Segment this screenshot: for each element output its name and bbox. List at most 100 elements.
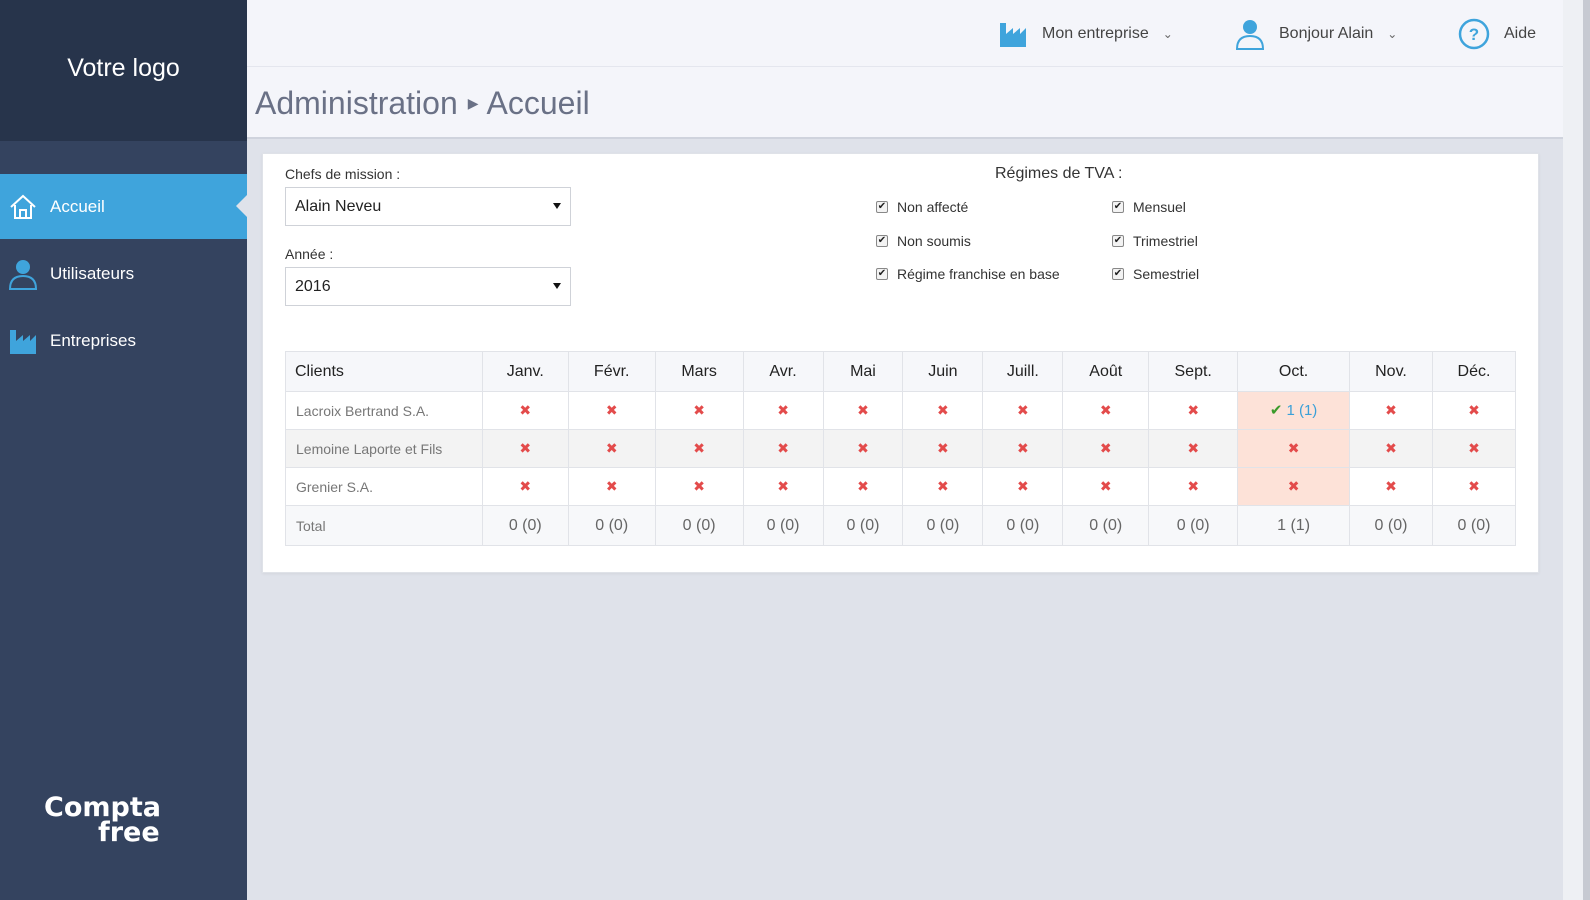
column-header-month: Sept. [1148,351,1239,392]
checkbox-icon[interactable]: ✔ [1112,201,1124,213]
checkbox-semestriel[interactable]: ✔ Semestriel [1112,266,1199,282]
sidebar-item-utilisateurs[interactable]: Utilisateurs [0,241,247,306]
cross-icon: ✖ [1016,401,1029,418]
cross-icon: ✖ [777,439,789,456]
user-menu-label: Bonjour Alain [1279,25,1374,42]
status-cell-missing[interactable]: ✖ [1148,429,1239,468]
checkbox-icon[interactable]: ✔ [876,201,888,213]
status-cell-done[interactable]: ✔ 1 (1) [1237,391,1351,430]
status-cell-missing[interactable]: ✖ [1237,429,1351,468]
status-cell-missing[interactable]: ✖ [1062,391,1150,430]
checkbox-non-soumis[interactable]: ✔ Non soumis [876,233,971,249]
total-cell: 0 (0) [654,505,744,546]
status-cell-missing[interactable]: ✖ [654,391,744,430]
check-icon: ✔ [1269,402,1283,419]
checkbox-icon[interactable]: ✔ [1112,235,1124,247]
help-link[interactable]: ? Aide [1458,16,1536,52]
table-total-row: Total 0 (0) 0 (0) 0 (0) 0 (0) 0 (0) 0 (0) 0 (0)… [285,505,1517,546]
table-row: Lacroix Bertrand S.A. ✖ ✖ ✖ ✖ ✖ ✖ ✖ ✖ ✖ ✔ 1 (1) ✖ ✖ [285,391,1517,430]
status-cell-missing[interactable]: ✖ [1431,467,1517,506]
user-menu[interactable]: Bonjour Alain ⌄ [1235,16,1397,52]
total-label: Total [285,505,483,546]
checkbox-icon[interactable]: ✔ [1112,268,1124,280]
cross-icon: ✖ [1287,439,1300,456]
cross-icon: ✖ [1468,439,1480,456]
status-cell-missing[interactable]: ✖ [567,467,656,506]
checkbox-franchise-base[interactable]: ✔ Régime franchise en base [876,266,1060,282]
total-cell: 0 (0) [1148,505,1239,546]
cross-icon: ✖ [605,401,618,418]
column-header-month: Janv. [481,351,569,392]
total-cell: 0 (0) [567,505,656,546]
status-cell-missing[interactable]: ✖ [481,429,569,468]
status-cell-missing[interactable]: ✖ [1237,467,1351,506]
compta-free-logo: Compta free [44,794,161,846]
cross-icon: ✖ [1016,439,1029,456]
status-cell-missing[interactable]: ✖ [654,429,744,468]
status-cell-missing[interactable]: ✖ [1349,429,1433,468]
page-header: Administration ▶ Accueil [247,67,1563,139]
client-name-cell[interactable]: Lacroix Bertrand S.A. [285,391,483,430]
declarations-table: Clients Janv. Févr. Mars Avr. Mai Juin J… [285,351,1517,546]
column-header-month: Août [1062,351,1150,392]
status-cell-missing[interactable]: ✖ [742,467,824,506]
factory-icon [8,326,38,356]
status-cell-missing[interactable]: ✖ [567,429,656,468]
cross-icon: ✖ [519,401,532,418]
checkbox-mensuel[interactable]: ✔ Mensuel [1112,199,1186,215]
status-cell-missing[interactable]: ✖ [1062,467,1150,506]
column-header-clients[interactable]: Clients [285,351,483,392]
total-cell: 0 (0) [1349,505,1433,546]
breadcrumb-section[interactable]: Administration [255,85,458,122]
status-cell-missing[interactable]: ✖ [982,467,1064,506]
status-cell-missing[interactable]: ✖ [481,391,569,430]
cross-icon: ✖ [937,439,949,456]
chefs-select[interactable]: Alain Neveu [285,187,571,226]
status-cell-missing[interactable]: ✖ [481,467,569,506]
user-icon [8,259,38,290]
cross-icon: ✖ [519,477,532,494]
status-cell-missing[interactable]: ✖ [1431,429,1517,468]
scrollbar-thumb[interactable] [1583,0,1590,900]
status-cell-missing[interactable]: ✖ [1062,429,1150,468]
checkbox-icon[interactable]: ✔ [876,268,888,280]
status-cell-missing[interactable]: ✖ [822,391,904,430]
dashboard-card: Chefs de mission : Alain Neveu Année : 2… [262,153,1539,573]
cross-icon: ✖ [605,439,618,456]
chefs-label: Chefs de mission : [285,166,401,182]
client-name-cell[interactable]: Grenier S.A. [285,467,483,506]
company-menu[interactable]: Mon entreprise ⌄ [998,16,1173,52]
status-cell-missing[interactable]: ✖ [1148,467,1239,506]
column-header-month: Avr. [742,351,824,392]
client-name-cell[interactable]: Lemoine Laporte et Fils [285,429,483,468]
status-cell-missing[interactable]: ✖ [822,429,904,468]
sidebar-item-entreprises[interactable]: Entreprises [0,308,247,373]
logo-area[interactable]: Votre logo [0,0,247,141]
status-cell-missing[interactable]: ✖ [1349,467,1433,506]
status-cell-missing[interactable]: ✖ [742,429,824,468]
status-cell-missing[interactable]: ✖ [654,467,744,506]
cross-icon: ✖ [1468,477,1480,494]
status-cell-missing[interactable]: ✖ [1148,391,1239,430]
year-select[interactable]: 2016 [285,267,571,306]
status-cell-missing[interactable]: ✖ [982,391,1064,430]
column-header-month: Juill. [982,351,1064,392]
status-cell-missing[interactable]: ✖ [1349,391,1433,430]
column-header-month: Nov. [1349,351,1433,392]
year-label: Année : [285,246,334,262]
status-cell-missing[interactable]: ✖ [902,429,984,468]
status-cell-missing[interactable]: ✖ [1431,391,1517,430]
status-cell-missing[interactable]: ✖ [982,429,1064,468]
sidebar-item-accueil[interactable]: Accueil [0,174,247,239]
status-cell-missing[interactable]: ✖ [742,391,824,430]
status-cell-missing[interactable]: ✖ [822,467,904,506]
scrollbar-track[interactable] [1563,0,1590,900]
total-cell: 1 (1) [1237,505,1351,546]
status-cell-missing[interactable]: ✖ [902,391,984,430]
checkbox-trimestriel[interactable]: ✔ Trimestriel [1112,233,1198,249]
total-cell: 0 (0) [1062,505,1150,546]
checkbox-icon[interactable]: ✔ [876,235,888,247]
status-cell-missing[interactable]: ✖ [567,391,656,430]
status-cell-missing[interactable]: ✖ [902,467,984,506]
checkbox-non-affecte[interactable]: ✔ Non affecté [876,199,968,215]
